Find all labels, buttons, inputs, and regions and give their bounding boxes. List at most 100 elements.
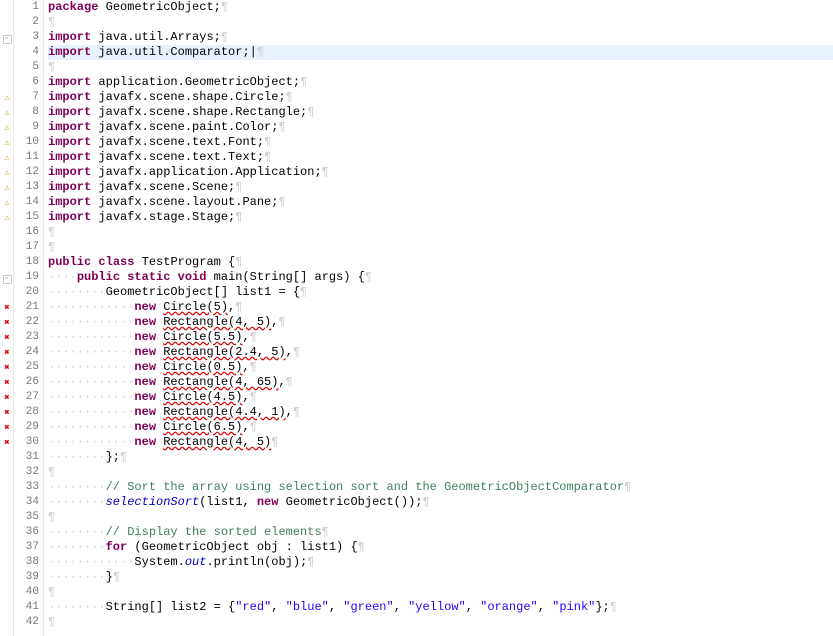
token-d: , — [242, 420, 249, 435]
line-number: 11 — [14, 150, 43, 165]
code-line[interactable]: import javafx.application.Application;¶ — [48, 165, 833, 180]
code-line[interactable]: ¶ — [48, 615, 833, 630]
token-ws — [91, 75, 98, 90]
code-line[interactable]: ¶ — [48, 240, 833, 255]
code-line[interactable]: import javafx.scene.shape.Rectangle;¶ — [48, 105, 833, 120]
line-number: 2 — [14, 15, 43, 30]
code-line[interactable]: ¶ — [48, 60, 833, 75]
code-line[interactable]: ····public static void main(String[] arg… — [48, 270, 833, 285]
line-number: 41 — [14, 600, 43, 615]
code-line[interactable]: ············new Rectangle(4, 65),¶ — [48, 375, 833, 390]
code-line[interactable]: ········// Display the sorted elements¶ — [48, 525, 833, 540]
line-number: 3 — [14, 30, 43, 45]
token-d: javafx.scene.layout.Pane; — [98, 195, 278, 210]
code-line[interactable]: ········GeometricObject[] list1 = {¶ — [48, 285, 833, 300]
code-line[interactable]: ¶ — [48, 510, 833, 525]
code-line[interactable]: ············new Circle(0.5),¶ — [48, 360, 833, 375]
fold-icon[interactable]: - — [3, 35, 12, 44]
token-ws: ¶ — [48, 585, 55, 600]
line-number: 21 — [14, 300, 43, 315]
fold-icon[interactable]: - — [3, 275, 12, 284]
code-line[interactable]: import application.GeometricObject;¶ — [48, 75, 833, 90]
token-ws: ¶ — [286, 375, 293, 390]
token-ws: ¶ — [48, 225, 55, 240]
line-number: 14 — [14, 195, 43, 210]
token-ws: ···· — [48, 270, 77, 285]
gutter-marker — [0, 45, 14, 60]
line-number: 29 — [14, 420, 43, 435]
code-line[interactable]: package GeometricObject;¶ — [48, 0, 833, 15]
token-ws: ········ — [48, 525, 106, 540]
token-ws: ¶ — [422, 495, 429, 510]
code-line[interactable]: import javafx.scene.layout.Pane;¶ — [48, 195, 833, 210]
token-d: main(String[] args) { — [214, 270, 365, 285]
code-line[interactable]: ········selectionSort(list1, new Geometr… — [48, 495, 833, 510]
code-line[interactable]: ············new Rectangle(4, 5),¶ — [48, 315, 833, 330]
gutter-marker — [0, 555, 14, 570]
token-ws — [156, 435, 163, 450]
token-str: "red" — [235, 600, 271, 615]
token-ws — [91, 135, 98, 150]
token-ws — [91, 30, 98, 45]
code-line[interactable]: ············new Rectangle(2.4, 5),¶ — [48, 345, 833, 360]
code-line[interactable]: import javafx.scene.shape.Circle;¶ — [48, 90, 833, 105]
code-line[interactable]: public class TestProgram {¶ — [48, 255, 833, 270]
token-ws: ¶ — [610, 600, 617, 615]
token-ws: ¶ — [264, 135, 271, 150]
code-area[interactable]: package GeometricObject;¶¶import java.ut… — [44, 0, 833, 636]
token-d: , — [228, 300, 235, 315]
line-number: 27 — [14, 390, 43, 405]
line-number: 8 — [14, 105, 43, 120]
token-ws — [156, 405, 163, 420]
code-line[interactable]: import javafx.scene.text.Text;¶ — [48, 150, 833, 165]
code-editor[interactable]: -⚠⚠⚠⚠⚠⚠⚠⚠⚠-✖✖✖✖✖✖✖✖✖✖ 123456789101112131… — [0, 0, 833, 636]
token-ws: ¶ — [48, 60, 55, 75]
token-ws — [91, 180, 98, 195]
token-kw: new — [134, 435, 156, 450]
token-d: , — [242, 390, 249, 405]
token-ws — [156, 360, 163, 375]
token-d: , — [271, 600, 285, 615]
token-ws: ¶ — [48, 465, 55, 480]
code-line[interactable]: import javafx.stage.Stage;¶ — [48, 210, 833, 225]
token-d: , — [286, 345, 293, 360]
code-line[interactable]: ········};¶ — [48, 450, 833, 465]
token-ws: ¶ — [271, 435, 278, 450]
code-line[interactable]: import java.util.Arrays;¶ — [48, 30, 833, 45]
code-line[interactable]: ············new Circle(4.5),¶ — [48, 390, 833, 405]
line-number: 35 — [14, 510, 43, 525]
gutter-marker — [0, 495, 14, 510]
code-line[interactable]: ············new Circle(5.5),¶ — [48, 330, 833, 345]
line-number: 38 — [14, 555, 43, 570]
code-line[interactable]: import javafx.scene.text.Font;¶ — [48, 135, 833, 150]
code-line[interactable]: import java.util.Comparator;|¶ — [48, 45, 833, 60]
code-line[interactable]: ¶ — [48, 585, 833, 600]
gutter-marker — [0, 480, 14, 495]
gutter-marker: ✖ — [0, 315, 14, 330]
token-ws: ¶ — [278, 315, 285, 330]
code-line[interactable]: ¶ — [48, 15, 833, 30]
token-d: (list1, — [199, 495, 257, 510]
token-ws: ············ — [48, 435, 134, 450]
code-line[interactable]: ········}¶ — [48, 570, 833, 585]
token-d: , — [278, 375, 285, 390]
token-ws — [156, 330, 163, 345]
code-line[interactable]: ¶ — [48, 225, 833, 240]
code-line[interactable]: ········for (GeometricObject obj : list1… — [48, 540, 833, 555]
token-d: javafx.scene.Scene; — [98, 180, 235, 195]
code-line[interactable]: ············new Circle(5),¶ — [48, 300, 833, 315]
token-ws: ············ — [48, 300, 134, 315]
code-line[interactable]: import javafx.scene.Scene;¶ — [48, 180, 833, 195]
code-line[interactable]: ············new Rectangle(4, 5)¶ — [48, 435, 833, 450]
token-ws: ········ — [48, 480, 106, 495]
code-line[interactable]: import javafx.scene.paint.Color;¶ — [48, 120, 833, 135]
code-line[interactable]: ¶ — [48, 465, 833, 480]
token-ws: ············ — [48, 345, 134, 360]
line-number: 19 — [14, 270, 43, 285]
code-line[interactable]: ············new Circle(6.5),¶ — [48, 420, 833, 435]
code-line[interactable]: ············new Rectangle(4.4, 1),¶ — [48, 405, 833, 420]
code-line[interactable]: ········String[] list2 = {"red", "blue",… — [48, 600, 833, 615]
code-line[interactable]: ········// Sort the array using selectio… — [48, 480, 833, 495]
code-line[interactable]: ············System.out.println(obj);¶ — [48, 555, 833, 570]
warning-icon: ⚠ — [4, 153, 9, 163]
